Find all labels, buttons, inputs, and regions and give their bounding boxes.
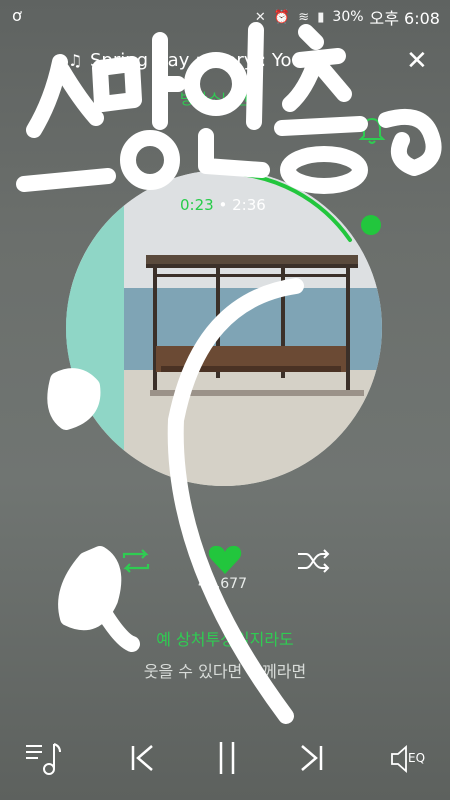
song-title[interactable]: Spring Day : Story : You (90, 50, 303, 71)
status-right: ✕ ⏰ ≋ ▮ 30% 오후 6:08 (255, 5, 440, 29)
total-time: 2:36 (232, 196, 266, 214)
eq-label[interactable]: EQ (408, 751, 425, 765)
pause-icon[interactable] (212, 738, 242, 778)
shuffle-icon[interactable] (296, 548, 332, 574)
current-time: 0:23 (180, 196, 214, 214)
lyric-next[interactable]: 웃을 수 있다면 함께라면 (0, 658, 450, 682)
seek-handle[interactable] (361, 215, 381, 235)
status-bar: ơ ✕ ⏰ ≋ ▮ 30% 오후 6:08 (0, 0, 450, 30)
repeat-icon[interactable] (118, 548, 154, 574)
status-icons: ✕ ⏰ ≋ ▮ (254, 9, 327, 25)
next-track-icon[interactable] (296, 742, 326, 774)
playlist-icon[interactable] (24, 740, 64, 776)
battery-text: 30% (332, 9, 364, 25)
lyric-current[interactable]: 예 상처투성일지라도 (0, 626, 450, 650)
status-time: 오후 6:08 (369, 9, 440, 28)
bell-icon[interactable] (358, 116, 386, 146)
circle-logo-icon: ơ (12, 6, 22, 25)
time-separator: • (218, 196, 228, 214)
time-readout: 0:23 • 2:36 (180, 196, 266, 214)
close-button[interactable]: ✕ (406, 46, 428, 76)
heart-icon[interactable] (207, 544, 243, 576)
like-count: 47,677 (198, 576, 247, 592)
album-art[interactable] (66, 170, 382, 486)
music-note-icon: ♫ (68, 51, 83, 70)
artist-name[interactable]: 방탄소년단 (180, 88, 249, 109)
previous-track-icon[interactable] (128, 742, 158, 774)
